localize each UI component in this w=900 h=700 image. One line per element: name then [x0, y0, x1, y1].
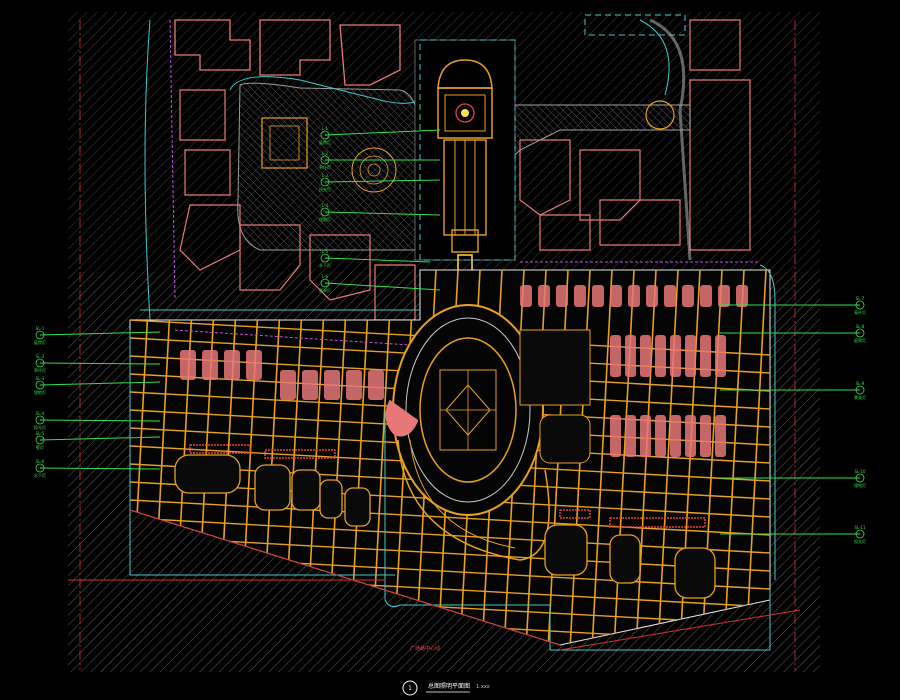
- callout-tag: SL-6: [36, 459, 45, 464]
- building-block: [670, 415, 681, 457]
- building-block: [368, 370, 384, 400]
- callout-desc: 庭院灯: [319, 139, 331, 145]
- callout-desc: 高杆灯: [854, 309, 866, 315]
- building-block: [715, 415, 726, 457]
- callout-desc: 埋地灯: [854, 482, 866, 488]
- building-block: [685, 415, 696, 457]
- building-block: [700, 415, 711, 457]
- site-lighting-plan: SL-1庭院灯SL-2草坪灯SL-3埋地灯SL-4投光灯SL-5壁灯SL-6水下…: [0, 0, 900, 700]
- building-block: [556, 285, 568, 307]
- callout-tag: SL-1: [36, 326, 45, 331]
- callout-tag: SL-2: [36, 354, 45, 359]
- building-block: [324, 370, 340, 400]
- building-block: [280, 370, 296, 400]
- callout-tag: L-2: [322, 151, 329, 156]
- building-block: [520, 285, 532, 307]
- callout-desc: 草坪灯: [34, 367, 46, 373]
- building-block: [700, 285, 712, 307]
- building-block: [246, 350, 262, 380]
- drawing-title: 总图照明平面图: [428, 682, 470, 690]
- callout-desc: 投光灯: [854, 538, 866, 544]
- building-block: [736, 285, 748, 307]
- callout-tag: SL-4: [36, 411, 45, 416]
- callout-tag: L-6: [322, 274, 329, 279]
- callout-tag: SL-7: [856, 296, 865, 301]
- building-block: [202, 350, 218, 380]
- building-block: [574, 285, 586, 307]
- building-block: [664, 285, 676, 307]
- building-block: [628, 285, 640, 307]
- building-block: [655, 415, 666, 457]
- callout-tag: SL-11: [854, 525, 866, 530]
- callout-tag: SL-8: [856, 324, 865, 329]
- building-block: [610, 285, 622, 307]
- building-block: [625, 415, 636, 457]
- building-block: [700, 335, 711, 377]
- callout-desc: 景观灯: [319, 287, 331, 293]
- building-block: [592, 285, 604, 307]
- callout-tag: L-3: [322, 173, 329, 178]
- callout-tag: SL-5: [36, 431, 45, 436]
- building-block: [718, 285, 730, 307]
- callout-desc: 埋地灯: [319, 216, 331, 222]
- callout-desc: 壁灯: [36, 444, 44, 450]
- callout-desc: 草坪灯: [319, 164, 331, 170]
- building-block: [655, 335, 666, 377]
- callout-desc: 水下灯: [34, 472, 46, 478]
- building-block: [224, 350, 240, 380]
- callout-desc: 埋地灯: [34, 389, 46, 395]
- callout-tag: SL-3: [36, 376, 45, 381]
- building-block: [180, 350, 196, 380]
- drawing-scale: 1:xxx: [476, 684, 490, 690]
- callout-desc: 庭院灯: [34, 339, 46, 345]
- building-block: [646, 285, 658, 307]
- callout-tag: L-1: [322, 126, 329, 131]
- callout-desc: 投光灯: [319, 186, 331, 192]
- building-block: [682, 285, 694, 307]
- building-block: [625, 335, 636, 377]
- callout-tag: SL-9: [856, 381, 865, 386]
- building-block: [640, 335, 651, 377]
- building-block: [610, 335, 621, 377]
- callout-desc: 投光灯: [34, 424, 46, 430]
- callout-tag: L-5: [322, 249, 329, 254]
- building-block: [685, 335, 696, 377]
- building-block: [670, 335, 681, 377]
- callout-desc: 景观灯: [854, 394, 866, 400]
- callout-tag: SL-10: [854, 469, 866, 474]
- callout-desc: 庭院灯: [854, 337, 866, 343]
- road-centerline-label: 广场路中心线: [410, 645, 440, 652]
- building-block: [610, 415, 621, 457]
- building-block: [346, 370, 362, 400]
- building-block: [715, 335, 726, 377]
- building-block: [302, 370, 318, 400]
- view-number: 1: [408, 685, 412, 692]
- building-block: [640, 415, 651, 457]
- callout-desc: 水下灯: [319, 262, 331, 268]
- callout-tag: L-4: [322, 203, 329, 208]
- building-block: [538, 285, 550, 307]
